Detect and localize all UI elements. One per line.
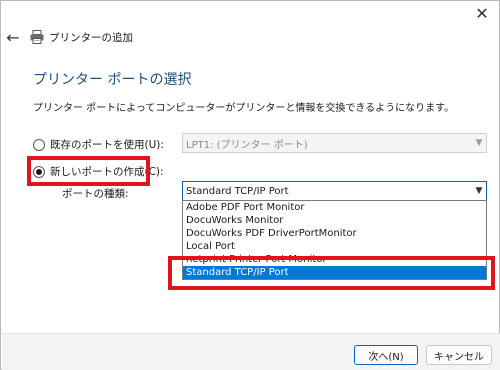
printer-icon: [29, 29, 45, 45]
port-type-dropdown-list: Adobe PDF Port Monitor DocuWorks Monitor…: [182, 200, 487, 280]
window-title: プリンターの追加: [49, 32, 133, 44]
chevron-down-icon: ▼: [475, 138, 483, 148]
port-type-select[interactable]: Standard TCP/IP Port ▼: [182, 181, 487, 201]
use-existing-port-option[interactable]: 既存のポートを使用(U):: [33, 137, 164, 152]
radio-new-port[interactable]: [33, 165, 45, 178]
radio-existing-port[interactable]: [33, 138, 45, 151]
create-new-port-option[interactable]: 新しいポートの作成(C):: [33, 164, 164, 179]
dropdown-item[interactable]: DocuWorks PDF DriverPortMonitor: [183, 227, 486, 240]
page-heading: プリンター ポートの選択: [33, 72, 192, 88]
port-type-value: Standard TCP/IP Port: [186, 185, 289, 197]
close-icon[interactable]: ✕: [470, 3, 494, 23]
dropdown-item[interactable]: Local Port: [183, 240, 486, 253]
dropdown-item[interactable]: DocuWorks Monitor: [183, 214, 486, 227]
cancel-button[interactable]: キャンセル: [426, 345, 492, 365]
chevron-down-icon[interactable]: ▼: [472, 186, 486, 196]
new-port-label: 新しいポートの作成(C):: [50, 166, 164, 178]
existing-port-value: LPT1: (プリンター ポート): [186, 139, 308, 151]
back-arrow-icon[interactable]: ←: [5, 28, 21, 47]
dropdown-item[interactable]: netprint Printer Port Monitor: [183, 253, 486, 266]
dropdown-item-selected[interactable]: Standard TCP/IP Port: [183, 266, 486, 279]
next-button[interactable]: 次へ(N): [354, 345, 418, 365]
dropdown-item[interactable]: Adobe PDF Port Monitor: [183, 201, 486, 214]
page-description: プリンター ポートによってコンピューターがプリンターと情報を交換できるようになり…: [33, 103, 455, 114]
existing-port-label: 既存のポートを使用(U):: [50, 139, 164, 151]
port-type-label: ポートの種類:: [62, 188, 129, 200]
existing-port-select: LPT1: (プリンター ポート) ▼: [182, 133, 487, 153]
add-printer-dialog: ✕ ← プリンターの追加 プリンター ポートの選択 プリンター ポートによってコ…: [0, 0, 500, 370]
